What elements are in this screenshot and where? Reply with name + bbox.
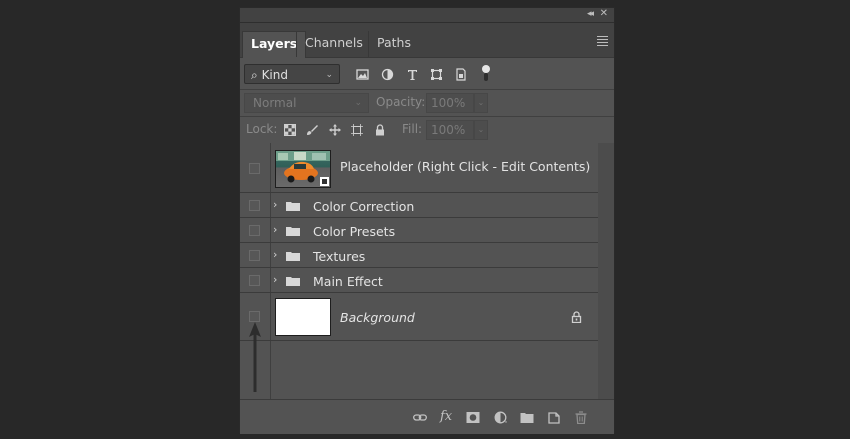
blend-row: Normal ⌄ Opacity: 100% ⌄ <box>240 90 614 116</box>
smart-object-filter-icon[interactable] <box>454 68 467 81</box>
visibility-toggle[interactable] <box>249 163 260 174</box>
kind-filter-select[interactable]: ⌕ Kind ⌄ <box>244 64 340 84</box>
lock-row: Lock: Fill: 100% ⌄ <box>240 117 614 143</box>
lock-artboard-icon[interactable] <box>351 124 363 136</box>
filter-toggle[interactable] <box>482 65 490 81</box>
collapse-icon[interactable]: ◂◂ <box>587 9 594 19</box>
pixel-layer-filter-icon[interactable] <box>356 68 369 81</box>
tab-paths[interactable]: Paths <box>368 31 419 57</box>
opacity-dropdown-button[interactable]: ⌄ <box>474 93 488 113</box>
folder-icon <box>286 227 300 236</box>
chevron-right-icon[interactable]: › <box>273 273 277 286</box>
opacity-label: Opacity: <box>376 95 426 109</box>
adjustment-layer-filter-icon[interactable] <box>381 68 394 81</box>
visibility-toggle[interactable] <box>249 250 260 261</box>
new-group-icon[interactable] <box>520 411 534 424</box>
scrollbar[interactable] <box>598 143 614 399</box>
tab-channels[interactable]: Channels <box>296 31 371 57</box>
fill-dropdown-button[interactable]: ⌄ <box>474 120 488 140</box>
layer-name: Color Correction <box>313 199 415 214</box>
smart-object-thumbnail <box>275 150 331 188</box>
layer-name: Placeholder (Right Click - Edit Contents… <box>340 159 591 174</box>
fill-label: Fill: <box>402 122 423 136</box>
new-layer-icon[interactable] <box>547 411 561 424</box>
delete-layer-icon[interactable] <box>574 411 588 424</box>
visibility-toggle[interactable] <box>249 225 260 236</box>
layer-row-color-presets[interactable]: › Color Presets <box>240 218 598 243</box>
layers-panel: ◂◂ ✕ Layers Channels Paths ⌕ Kind ⌄ Norm… <box>239 7 615 434</box>
layer-row-textures[interactable]: › Textures <box>240 243 598 268</box>
link-layers-icon[interactable] <box>413 411 427 424</box>
car-image <box>276 151 330 186</box>
chevron-down-icon: ⌄ <box>325 70 333 80</box>
layer-row-background[interactable]: Background <box>240 293 598 341</box>
fx-icon[interactable]: fx <box>440 409 454 424</box>
layer-list: Placeholder (Right Click - Edit Contents… <box>240 143 598 399</box>
folder-icon <box>286 277 300 286</box>
visibility-toggle[interactable] <box>249 200 260 211</box>
adjustment-layer-icon[interactable] <box>494 411 508 424</box>
type-layer-filter-icon[interactable] <box>406 68 419 81</box>
annotation-arrow <box>249 322 261 392</box>
panel-title-bar: ◂◂ ✕ <box>240 8 614 23</box>
layer-row-main-effect[interactable]: › Main Effect <box>240 268 598 293</box>
visibility-toggle[interactable] <box>249 311 260 322</box>
chevron-right-icon[interactable]: › <box>273 223 277 236</box>
tab-bar: Layers Channels Paths <box>240 23 614 58</box>
lock-position-icon[interactable] <box>329 124 341 136</box>
layer-name: Color Presets <box>313 224 396 239</box>
shape-layer-filter-icon[interactable] <box>430 68 443 81</box>
layer-name: Main Effect <box>313 274 383 289</box>
add-mask-icon[interactable] <box>466 411 480 424</box>
opacity-field[interactable]: 100% <box>426 93 474 113</box>
layer-row-placeholder[interactable]: Placeholder (Right Click - Edit Contents… <box>240 143 598 193</box>
chevron-down-icon: ⌄ <box>354 98 362 108</box>
chevron-right-icon[interactable]: › <box>273 248 277 261</box>
background-thumbnail <box>275 298 331 336</box>
close-icon[interactable]: ✕ <box>600 8 608 19</box>
folder-icon <box>286 252 300 261</box>
lock-transparent-pixels-icon[interactable] <box>284 124 296 136</box>
lock-label: Lock: <box>246 122 278 136</box>
fill-field[interactable]: 100% <box>426 120 474 140</box>
layer-name: Textures <box>313 249 366 264</box>
blend-mode-value: Normal <box>253 96 297 110</box>
lock-icon <box>571 311 582 323</box>
kind-label: Kind <box>261 68 288 82</box>
blend-mode-select[interactable]: Normal ⌄ <box>244 93 369 113</box>
panel-menu-icon[interactable] <box>597 36 608 48</box>
layer-row-color-correction[interactable]: › Color Correction <box>240 193 598 218</box>
search-icon: ⌕ <box>251 68 258 82</box>
visibility-toggle[interactable] <box>249 275 260 286</box>
filter-row: ⌕ Kind ⌄ <box>240 57 614 89</box>
folder-icon <box>286 202 300 211</box>
lock-image-pixels-icon[interactable] <box>306 124 318 136</box>
lock-all-icon[interactable] <box>374 124 386 136</box>
layer-name: Background <box>340 310 415 325</box>
chevron-right-icon[interactable]: › <box>273 198 277 211</box>
panel-footer: fx <box>240 399 614 434</box>
